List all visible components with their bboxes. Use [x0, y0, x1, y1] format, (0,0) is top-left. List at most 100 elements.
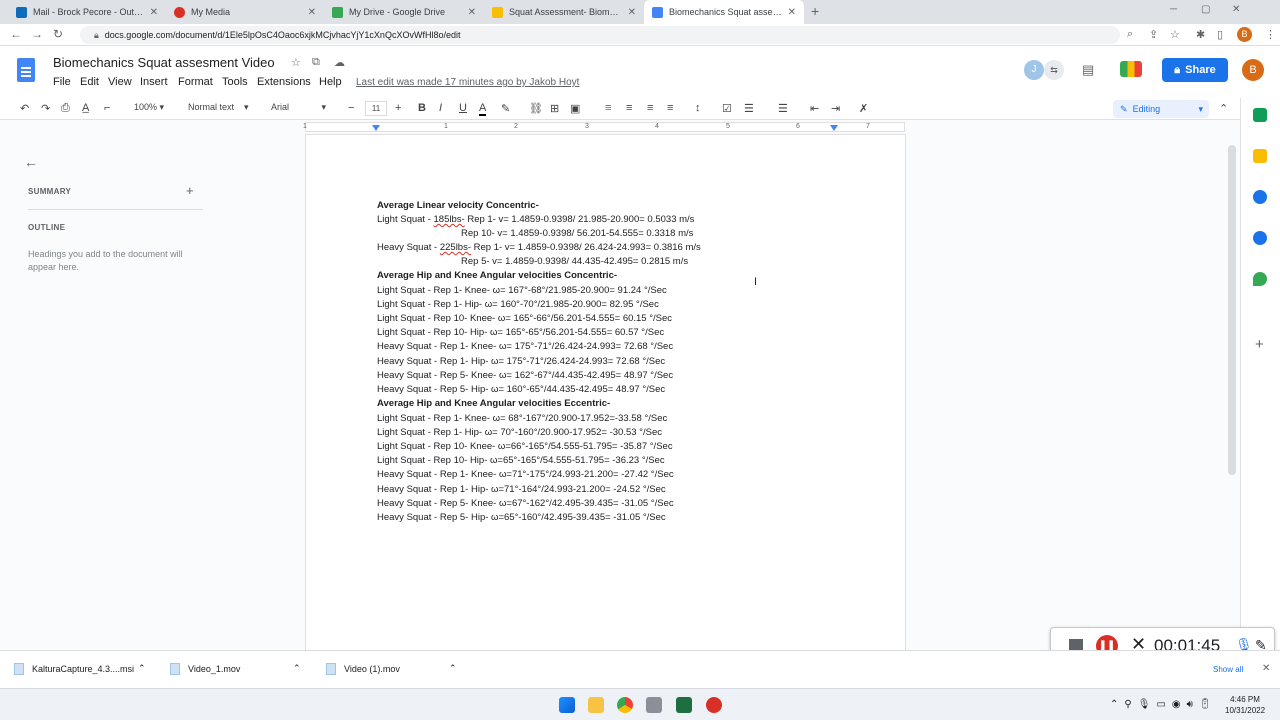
star-icon[interactable]: ☆ [291, 56, 301, 69]
chevron-up-icon[interactable]: ⌃ [449, 663, 457, 674]
menu-tools[interactable]: Tools [222, 76, 248, 88]
increase-indent-icon[interactable]: ⇥ [831, 102, 840, 115]
close-icon[interactable]: ✕ [468, 7, 476, 18]
maps-icon[interactable] [1253, 272, 1267, 286]
decrease-indent-icon[interactable]: ⇤ [810, 102, 819, 115]
bold-icon[interactable]: B [418, 102, 426, 114]
chrome-profile-avatar[interactable]: B [1237, 27, 1252, 42]
cloud-status-icon[interactable]: ☁ [334, 56, 345, 69]
chevron-up-icon[interactable]: ⌃ [138, 663, 146, 674]
share-page-icon[interactable]: ⇪ [1149, 28, 1158, 41]
italic-icon[interactable]: I [439, 102, 442, 114]
browser-tab-my-media[interactable]: My Media ✕ [166, 0, 324, 24]
style-select[interactable]: Normal text ▾ [188, 102, 249, 113]
contacts-icon[interactable] [1253, 231, 1267, 245]
collapse-menu-icon[interactable]: ⌃ [1219, 102, 1228, 115]
close-icon[interactable]: ✕ [1262, 663, 1270, 674]
align-left-icon[interactable]: ≡ [605, 102, 611, 114]
align-right-icon[interactable]: ≡ [647, 102, 653, 114]
close-icon[interactable]: ✕ [628, 7, 636, 18]
collaborator-avatar[interactable]: J [1024, 60, 1044, 80]
close-icon[interactable]: ✕ [308, 7, 316, 18]
minimize-icon[interactable]: ─ [1170, 4, 1177, 15]
font-size-input[interactable]: 11 [365, 101, 387, 116]
tasks-icon[interactable] [1253, 190, 1267, 204]
kaltura-capture-icon[interactable] [706, 697, 722, 713]
chrome-menu-icon[interactable]: ⋮ [1265, 28, 1276, 41]
zoom-select[interactable]: 100% ▾ [134, 102, 164, 113]
checklist-icon[interactable]: ☑ [722, 102, 732, 115]
text-color-icon[interactable]: A [479, 102, 487, 116]
zoom-icon[interactable]: ⌕ [1127, 28, 1133, 41]
file-explorer-icon[interactable] [588, 697, 604, 713]
menu-format[interactable]: Format [178, 76, 213, 88]
document-title[interactable]: Biomechanics Squat assesment Video [53, 55, 275, 70]
image-icon[interactable]: ▣ [570, 102, 580, 115]
keep-icon[interactable] [1253, 149, 1267, 163]
docs-logo-icon[interactable] [17, 58, 35, 82]
system-tray[interactable]: ⌃⚲🎙︎▭◉🔊︎🔋︎ [1110, 699, 1218, 710]
decrease-font-size-icon[interactable]: − [348, 102, 354, 114]
close-icon[interactable]: ✕ [788, 7, 796, 18]
increase-font-size-icon[interactable]: + [395, 102, 401, 114]
get-addons-icon[interactable]: + [1255, 336, 1264, 353]
close-outline-icon[interactable]: ← [24, 154, 38, 170]
undo-icon[interactable]: ↶ [20, 102, 29, 115]
new-tab-icon[interactable]: + [811, 3, 819, 19]
excel-icon[interactable] [676, 697, 692, 713]
horizontal-ruler[interactable]: 1 1 2 3 4 5 6 7 [0, 120, 1240, 134]
menu-view[interactable]: View [108, 76, 132, 88]
chevron-up-icon[interactable]: ⌃ [293, 663, 301, 674]
spellcheck-icon[interactable]: A̲ [82, 102, 89, 114]
last-edit-link[interactable]: Last edit was made 17 minutes ago by Jak… [356, 77, 579, 88]
share-button[interactable]: 🔒︎ Share [1162, 58, 1228, 82]
chrome-icon[interactable] [617, 697, 633, 713]
underline-icon[interactable]: U [459, 102, 467, 114]
bookmark-star-icon[interactable]: ☆ [1170, 28, 1180, 41]
download-item[interactable]: Video (1).mov [326, 663, 400, 675]
address-bar[interactable]: 🔒︎ docs.google.com/document/d/1Ele5lpOsC4… [80, 26, 1120, 44]
comments-icon[interactable]: ▤ [1082, 62, 1094, 78]
menu-extensions[interactable]: Extensions [257, 76, 311, 88]
window-close-icon[interactable]: ✕ [1232, 4, 1240, 15]
reload-icon[interactable]: ↻ [53, 27, 63, 41]
account-avatar[interactable]: B [1242, 59, 1264, 81]
right-indent-marker[interactable] [830, 125, 838, 131]
align-justify-icon[interactable]: ≡ [667, 102, 673, 114]
menu-file[interactable]: File [53, 76, 71, 88]
highlight-icon[interactable]: ✎ [501, 102, 510, 115]
redo-icon[interactable]: ↷ [41, 102, 50, 115]
menu-insert[interactable]: Insert [140, 76, 168, 88]
activity-dashboard-icon[interactable]: ⇆ [1044, 60, 1064, 80]
app-icon[interactable] [646, 697, 662, 713]
bulleted-list-icon[interactable]: ☰ [744, 102, 754, 115]
start-icon[interactable] [559, 697, 575, 713]
add-summary-icon[interactable]: + [186, 183, 194, 198]
document-page[interactable]: Average Linear velocity Concentric- Ligh… [305, 134, 906, 654]
menu-edit[interactable]: Edit [80, 76, 99, 88]
clear-formatting-icon[interactable]: ✗ [859, 102, 868, 115]
browser-tab-google-drive[interactable]: My Drive - Google Drive ✕ [324, 0, 484, 24]
show-all-button[interactable]: Show all [1213, 665, 1243, 674]
back-icon[interactable]: ← [10, 27, 22, 41]
move-folder-icon[interactable]: ⧉ [312, 56, 320, 69]
close-icon[interactable]: ✕ [150, 7, 158, 18]
font-select[interactable]: Arial ▾ [271, 102, 326, 113]
browser-tab-outlook[interactable]: Mail - Brock Pecore - Outlook ✕ [8, 0, 166, 24]
editing-mode-select[interactable]: ✎ Editing ▾ [1113, 100, 1209, 118]
left-indent-marker[interactable] [372, 125, 380, 131]
browser-tab-squat-assessment[interactable]: Squat Assessment- Biomechanic ✕ [484, 0, 644, 24]
clock[interactable]: 4:46 PM 10/31/2022 [1225, 694, 1265, 716]
vertical-scrollbar[interactable] [1228, 145, 1236, 475]
sidebar-icon[interactable]: ▯ [1217, 28, 1223, 41]
download-item[interactable]: KalturaCapture_4.3....msi [14, 663, 134, 675]
link-icon[interactable]: ⛓ [529, 102, 543, 115]
comment-add-icon[interactable]: ⊞ [550, 102, 559, 115]
browser-tab-biomechanics-doc[interactable]: Biomechanics Squat assesment ✕ [644, 0, 804, 24]
download-item[interactable]: Video_1.mov [170, 663, 240, 675]
extensions-icon[interactable]: ✱ [1196, 28, 1205, 41]
line-spacing-icon[interactable]: ↕ [695, 102, 701, 114]
maximize-icon[interactable]: ▢ [1201, 4, 1210, 15]
meet-icon[interactable] [1120, 61, 1142, 77]
forward-icon[interactable]: → [31, 27, 43, 41]
